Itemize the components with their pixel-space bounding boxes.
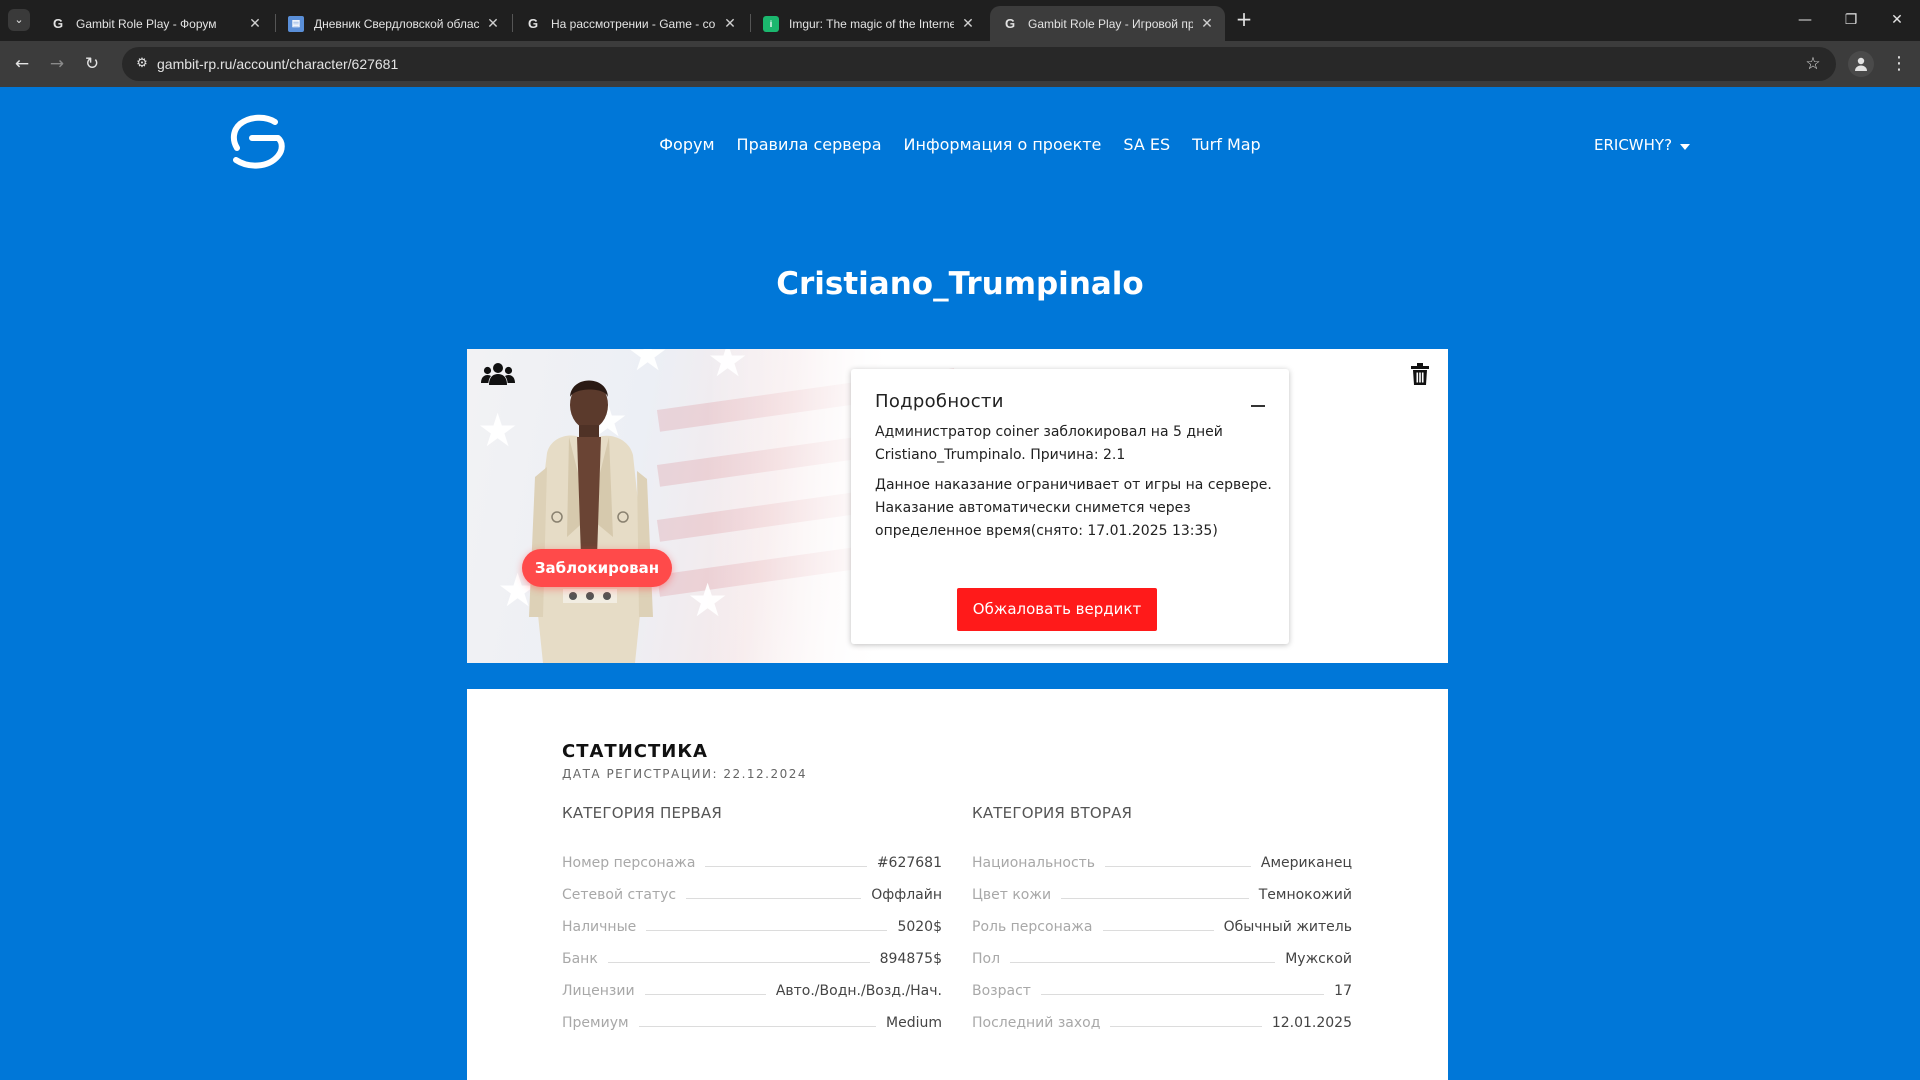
browser-toolbar: ← → ↻ ⚙ gambit-rp.ru/account/character/6… [0,41,1920,87]
stat-row: Сетевой статус Оффлайн [562,871,942,903]
appeal-verdict-button[interactable]: Обжаловать вердикт [957,588,1157,631]
new-tab-button[interactable]: + [1232,8,1256,32]
stat-value: 17 [1334,983,1352,999]
tab-close-icon[interactable]: ✕ [722,15,738,32]
stat-value: Оффлайн [871,887,942,903]
site-info-icon[interactable]: ⚙ [132,54,152,74]
character-skin-avatar [529,380,653,663]
tab-close-icon[interactable]: ✕ [247,15,263,32]
stat-value: Medium [886,1015,942,1031]
stat-label: Пол [972,951,1001,967]
stat-label: Банк [562,951,598,967]
character-card: ★ ★ ★ ★ ★ ★ Заб [467,349,1448,663]
stat-label: Последний заход [972,1015,1101,1031]
caret-down-icon [1680,144,1691,150]
stat-value: Авто./Водн./Возд./Нач. [775,983,942,999]
stat-row: Банк 894875$ [562,935,942,967]
collapse-minus-icon[interactable] [1249,395,1269,415]
stat-row: Наличные 5020$ [562,903,942,935]
stat-value: Темнокожий [1258,887,1352,903]
tab-title: Дневник Свердловской облас [314,16,479,31]
stat-label: Роль персонажа [972,919,1093,935]
category-second: КАТЕГОРИЯ ВТОРАЯ Национальность Американе… [972,801,1352,1031]
stat-row: Национальность Американец [972,839,1352,871]
stat-value: #627681 [876,855,942,871]
registration-date: ДАТА РЕГИСТРАЦИИ: 22.12.2024 [562,767,808,781]
nav-info-link[interactable]: Информация о проекте [904,134,1102,156]
tab-title: Imgur: The magic of the Interne [789,16,954,31]
tab-title: Gambit Role Play - Игровой пр [1028,16,1193,31]
tab-close-icon[interactable]: ✕ [1199,15,1215,32]
tab-title: Gambit Role Play - Форум [76,16,217,31]
statistics-title: СТАТИСТИКА [562,741,708,762]
stat-label: Сетевой статус [562,887,677,903]
minimize-window-icon[interactable]: — [1782,0,1828,41]
gambit-favicon-icon: G [527,16,539,31]
stat-value: 12.01.2025 [1271,1015,1352,1031]
stat-label: Национальность [972,855,1096,871]
bookmark-star-icon[interactable]: ☆ [1802,53,1824,75]
browser-tab[interactable]: i Imgur: The magic of the Interne ✕ [751,6,986,41]
stat-row: Номер персонажа #627681 [562,839,942,871]
stat-label: Цвет кожи [972,887,1052,903]
stat-row: Премиум Medium [562,999,942,1031]
stat-row: Цвет кожи Темнокожий [972,871,1352,903]
stat-row: Роль персонажа Обычный житель [972,903,1352,935]
document-favicon-icon: ▤ [288,15,304,32]
tab-search-dropdown[interactable]: ⌄ [8,9,30,31]
details-panel: Подробности Администратор coiner заблоки… [851,369,1289,644]
trash-icon[interactable] [1411,363,1429,385]
stat-row: Возраст 17 [972,967,1352,999]
profile-avatar-icon[interactable] [1848,51,1874,77]
nav-turfmap-link[interactable]: Turf Map [1192,134,1261,156]
nav-rules-link[interactable]: Правила сервера [737,134,882,156]
stat-row: Последний заход 12.01.2025 [972,999,1352,1031]
address-bar[interactable]: ⚙ gambit-rp.ru/account/character/627681 … [122,47,1836,81]
stat-label: Лицензии [562,983,635,999]
user-menu-dropdown[interactable]: ERICWHY? [1594,134,1691,156]
stat-value: Мужской [1285,951,1352,967]
url-text[interactable]: gambit-rp.ru/account/character/627681 [157,47,398,81]
stat-label: Номер персонажа [562,855,696,871]
browser-menu-icon[interactable]: ⋮ [1884,49,1914,79]
browser-tab-strip: ⌄ G Gambit Role Play - Форум ✕ ▤ Дневник… [0,0,1920,41]
browser-tab[interactable]: G На рассмотрении - Game - co ✕ [513,6,748,41]
tab-close-icon[interactable]: ✕ [485,15,501,32]
stat-label: Наличные [562,919,637,935]
nav-forum-link[interactable]: Форум [659,134,714,156]
stat-label: Премиум [562,1015,629,1031]
stat-row: Лицензии Авто./Водн./Возд./Нач. [562,967,942,999]
category-second-title: КАТЕГОРИЯ ВТОРАЯ [972,804,1133,822]
browser-tab[interactable]: ▤ Дневник Свердловской облас ✕ [276,6,511,41]
statistics-card: СТАТИСТИКА ДАТА РЕГИСТРАЦИИ: 22.12.2024 … [467,689,1448,1080]
stat-label: Возраст [972,983,1031,999]
username-label: ERICWHY? [1594,136,1673,154]
ban-explanation: Данное наказание ограничивает от игры на… [875,477,1272,539]
details-title: Подробности [875,391,1004,412]
imgur-favicon-icon: i [763,15,779,32]
category-first-title: КАТЕГОРИЯ ПЕРВАЯ [562,804,722,822]
gambit-favicon-icon: G [1004,16,1016,31]
gambit-favicon-icon: G [52,16,64,31]
reload-icon[interactable]: ↻ [77,49,107,79]
browser-tab-active[interactable]: G Gambit Role Play - Игровой пр ✕ [990,6,1225,41]
browser-tab[interactable]: G Gambit Role Play - Форум ✕ [38,6,273,41]
group-users-icon[interactable] [481,361,515,387]
category-first: КАТЕГОРИЯ ПЕРВАЯ Номер персонажа #627681 … [562,801,942,1031]
status-badge: Заблокирован [522,549,672,587]
tab-close-icon[interactable]: ✕ [960,15,976,32]
tab-title: На рассмотрении - Game - co [551,16,716,31]
ban-description: Администратор coiner заблокировал на 5 д… [875,424,1223,463]
close-window-icon[interactable]: ✕ [1874,0,1920,41]
character-name-title: Cristiano_Trumpinalo [776,266,1144,302]
back-arrow-icon[interactable]: ← [7,49,37,79]
forward-arrow-icon[interactable]: → [42,49,72,79]
stat-value: Американец [1260,855,1352,871]
stat-value: Обычный житель [1223,919,1352,935]
stat-value: 894875$ [879,951,942,967]
nav-saes-link[interactable]: SA ES [1123,134,1170,156]
restore-window-icon[interactable]: ❐ [1828,0,1874,41]
stat-row: Пол Мужской [972,935,1352,967]
stat-value: 5020$ [897,919,942,935]
